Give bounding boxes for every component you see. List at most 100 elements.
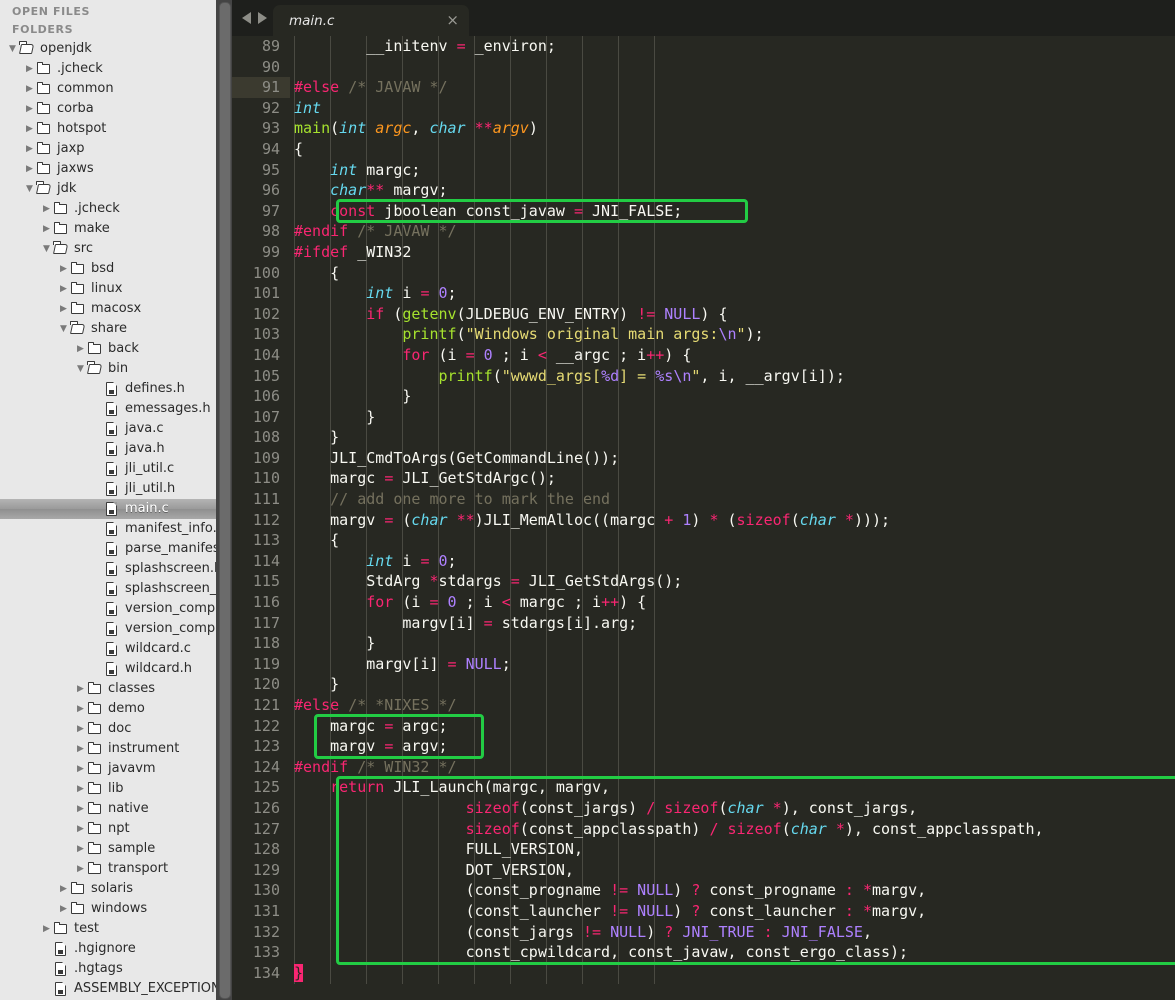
tab-main-c[interactable]: main.c ×: [273, 5, 469, 36]
tree-folder-item[interactable]: ▶ test: [0, 919, 232, 939]
chevron-right-icon[interactable]: ▶: [57, 879, 70, 899]
chevron-right-icon[interactable]: ▶: [57, 899, 70, 919]
chevron-right-icon[interactable]: ▶: [74, 339, 87, 359]
chevron-right-icon[interactable]: ▶: [57, 299, 70, 319]
chevron-right-icon[interactable]: ▶: [40, 199, 53, 219]
chevron-right-icon[interactable]: ▶: [23, 119, 36, 139]
code-line[interactable]: 134}: [232, 963, 1175, 984]
chevron-right-icon[interactable]: ▶: [23, 59, 36, 79]
code-line[interactable]: 125 return JLI_Launch(margc, margv,: [232, 777, 1175, 798]
tree-folder-item[interactable]: ▶ hotspot: [0, 119, 232, 139]
chevron-right-icon[interactable]: ▶: [74, 839, 87, 859]
code-line[interactable]: 132 (const_jargs != NULL) ? JNI_TRUE : J…: [232, 922, 1175, 943]
code-line[interactable]: 91 #else /* JAVAW */: [232, 77, 1175, 98]
tree-file-item[interactable]: java.c: [0, 419, 232, 439]
chevron-right-icon[interactable]: ▶: [57, 279, 70, 299]
chevron-right-icon[interactable]: ▶: [40, 219, 53, 239]
code-line[interactable]: 129 DOT_VERSION,: [232, 860, 1175, 881]
code-line[interactable]: 100 {: [232, 263, 1175, 284]
chevron-right-icon[interactable]: ▶: [23, 99, 36, 119]
tree-file-item[interactable]: java.h: [0, 439, 232, 459]
tree-file-item[interactable]: wildcard.h: [0, 659, 232, 679]
tree-folder-item[interactable]: ▼ src: [0, 239, 232, 259]
tree-file-item[interactable]: defines.h: [0, 379, 232, 399]
tree-file-item[interactable]: main.c: [0, 499, 232, 519]
code-line[interactable]: 111 // add one more to mark the end: [232, 489, 1175, 510]
code-line[interactable]: 102 if (getenv(JLDEBUG_ENV_ENTRY) != NUL…: [232, 304, 1175, 325]
code-line[interactable]: 105 printf("wwwd_args[%d] = %s\n", i, __…: [232, 366, 1175, 387]
code-line[interactable]: 98 #endif /* JAVAW */: [232, 221, 1175, 242]
code-line[interactable]: 95 int margc;: [232, 160, 1175, 181]
code-line[interactable]: 112 margv = (char **)JLI_MemAlloc((margc…: [232, 510, 1175, 531]
tree-folder-item[interactable]: ▶ doc: [0, 719, 232, 739]
chevron-right-icon[interactable]: ▶: [57, 259, 70, 279]
tree-file-item[interactable]: splashscreen.h: [0, 559, 232, 579]
chevron-right-icon[interactable]: ▶: [23, 139, 36, 159]
chevron-right-icon[interactable]: ▶: [74, 739, 87, 759]
code-line[interactable]: 130 (const_progname != NULL) ? const_pro…: [232, 880, 1175, 901]
chevron-right-icon[interactable]: ▶: [74, 759, 87, 779]
tree-folder-item[interactable]: ▶ jaxws: [0, 159, 232, 179]
code-line[interactable]: 113 {: [232, 530, 1175, 551]
code-line[interactable]: 118 }: [232, 633, 1175, 654]
tree-folder-item[interactable]: ▶ javavm: [0, 759, 232, 779]
nav-forward-icon[interactable]: [258, 12, 267, 24]
tree-folder-item[interactable]: ▶ .jcheck: [0, 59, 232, 79]
chevron-right-icon[interactable]: ▶: [74, 699, 87, 719]
tree-folder-item[interactable]: ▶ classes: [0, 679, 232, 699]
tree-folder-item[interactable]: ▶ solaris: [0, 879, 232, 899]
tree-folder-item[interactable]: ▶ jaxp: [0, 139, 232, 159]
code-line[interactable]: 128 FULL_VERSION,: [232, 839, 1175, 860]
chevron-down-icon[interactable]: ▼: [57, 319, 70, 339]
code-line[interactable]: 117 margv[i] = stdargs[i].arg;: [232, 613, 1175, 634]
chevron-down-icon[interactable]: ▼: [74, 359, 87, 379]
tree-file-item[interactable]: jli_util.c: [0, 459, 232, 479]
tree-folder-item[interactable]: ▼ share: [0, 319, 232, 339]
code-line[interactable]: 124 #endif /* WIN32 */: [232, 757, 1175, 778]
tree-folder-item[interactable]: ▶ sample: [0, 839, 232, 859]
chevron-down-icon[interactable]: ▼: [40, 239, 53, 259]
code-line[interactable]: 109 JLI_CmdToArgs(GetCommandLine());: [232, 448, 1175, 469]
code-line[interactable]: 93 main(int argc, char **argv): [232, 118, 1175, 139]
code-line[interactable]: 90: [232, 57, 1175, 78]
code-line[interactable]: 123 margv = argv;: [232, 736, 1175, 757]
tree-file-item[interactable]: jli_util.h: [0, 479, 232, 499]
tree-folder-item[interactable]: ▶ .jcheck: [0, 199, 232, 219]
tree-folder-item[interactable]: ▶ back: [0, 339, 232, 359]
tree-folder-item[interactable]: ▶ windows: [0, 899, 232, 919]
tree-file-item[interactable]: emessages.h: [0, 399, 232, 419]
code-line[interactable]: 107 }: [232, 407, 1175, 428]
tree-folder-item[interactable]: ▶ linux: [0, 279, 232, 299]
source-code[interactable]: 89 __initenv = _environ; 90 91 #else /* JA…: [232, 36, 1175, 984]
code-line[interactable]: 122 margc = argc;: [232, 716, 1175, 737]
tree-folder-item[interactable]: ▶ common: [0, 79, 232, 99]
tree-folder-item[interactable]: ▶ macosx: [0, 299, 232, 319]
tree-folder-item[interactable]: ▶ corba: [0, 99, 232, 119]
tree-folder-item[interactable]: ▶ make: [0, 219, 232, 239]
tree-folder-item[interactable]: ▶ lib: [0, 779, 232, 799]
code-line[interactable]: 99 #ifdef _WIN32: [232, 242, 1175, 263]
nav-back-icon[interactable]: [242, 12, 251, 24]
code-scroll-area[interactable]: 89 __initenv = _environ; 90 91 #else /* JA…: [232, 36, 1175, 1000]
code-line[interactable]: 106 }: [232, 386, 1175, 407]
chevron-right-icon[interactable]: ▶: [74, 779, 87, 799]
chevron-right-icon[interactable]: ▶: [23, 79, 36, 99]
chevron-right-icon[interactable]: ▶: [40, 919, 53, 939]
code-line[interactable]: 131 (const_launcher != NULL) ? const_lau…: [232, 901, 1175, 922]
tree-file-item[interactable]: .hgignore: [0, 939, 232, 959]
chevron-right-icon[interactable]: ▶: [74, 859, 87, 879]
code-line[interactable]: 110 margc = JLI_GetStdArgc();: [232, 468, 1175, 489]
tree-file-item[interactable]: manifest_info.h: [0, 519, 232, 539]
code-line[interactable]: 89 __initenv = _environ;: [232, 36, 1175, 57]
chevron-right-icon[interactable]: ▶: [74, 819, 87, 839]
tree-file-item[interactable]: wildcard.c: [0, 639, 232, 659]
code-line[interactable]: 97 const jboolean const_javaw = JNI_FALS…: [232, 201, 1175, 222]
sidebar-scrollbar-track[interactable]: [216, 0, 232, 1000]
sidebar-scrollbar-thumb[interactable]: [219, 2, 231, 999]
tree-folder-item[interactable]: ▶ native: [0, 799, 232, 819]
code-line[interactable]: 133 const_cpwildcard, const_javaw, const…: [232, 942, 1175, 963]
code-line[interactable]: 103 printf("Windows original main args:\…: [232, 324, 1175, 345]
tree-file-item[interactable]: version_comp.c: [0, 599, 232, 619]
code-line[interactable]: 92 int: [232, 98, 1175, 119]
chevron-right-icon[interactable]: ▶: [74, 799, 87, 819]
